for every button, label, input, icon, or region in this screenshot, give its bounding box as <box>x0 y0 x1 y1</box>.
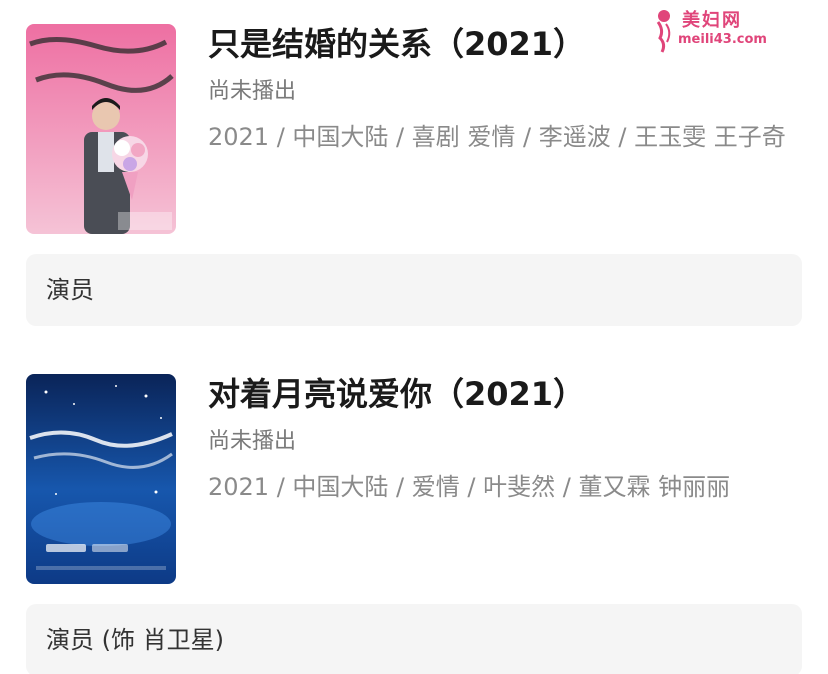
movie-status: 尚未播出 <box>208 429 297 454</box>
movie-status: 尚未播出 <box>208 79 297 104</box>
movie-meta: 2021 / 中国大陆 / 爱情 / 叶斐然 / 董又霖 钟丽丽 <box>208 473 731 501</box>
role-text: 演员 (饰 肖卫星) <box>46 626 224 654</box>
movie-title[interactable]: 只是结婚的关系（2021） <box>208 24 802 64</box>
movie-info: 对着月亮说爱你（2021） 尚未播出 2021 / 中国大陆 / 爱情 / 叶斐… <box>208 374 802 506</box>
movie-title[interactable]: 对着月亮说爱你（2021） <box>208 374 802 414</box>
movie-list-page: 美妇网 meili43.com 只是结婚的关系（2021） 尚未播出 2021 … <box>0 0 828 674</box>
movie-info: 只是结婚的关系（2021） 尚未播出 2021 / 中国大陆 / 喜剧 爱情 /… <box>208 24 802 156</box>
role-box[interactable]: 演员 (饰 肖卫星) <box>26 604 802 674</box>
movie-card[interactable]: 只是结婚的关系（2021） 尚未播出 2021 / 中国大陆 / 喜剧 爱情 /… <box>26 24 802 236</box>
movie-poster[interactable] <box>26 24 176 234</box>
movie-meta: 2021 / 中国大陆 / 喜剧 爱情 / 李遥波 / 王玉雯 王子奇 <box>208 123 786 151</box>
role-text: 演员 <box>46 276 94 304</box>
movie-poster[interactable] <box>26 374 176 584</box>
role-box[interactable]: 演员 <box>26 254 802 326</box>
movie-card[interactable]: 对着月亮说爱你（2021） 尚未播出 2021 / 中国大陆 / 爱情 / 叶斐… <box>26 374 802 586</box>
